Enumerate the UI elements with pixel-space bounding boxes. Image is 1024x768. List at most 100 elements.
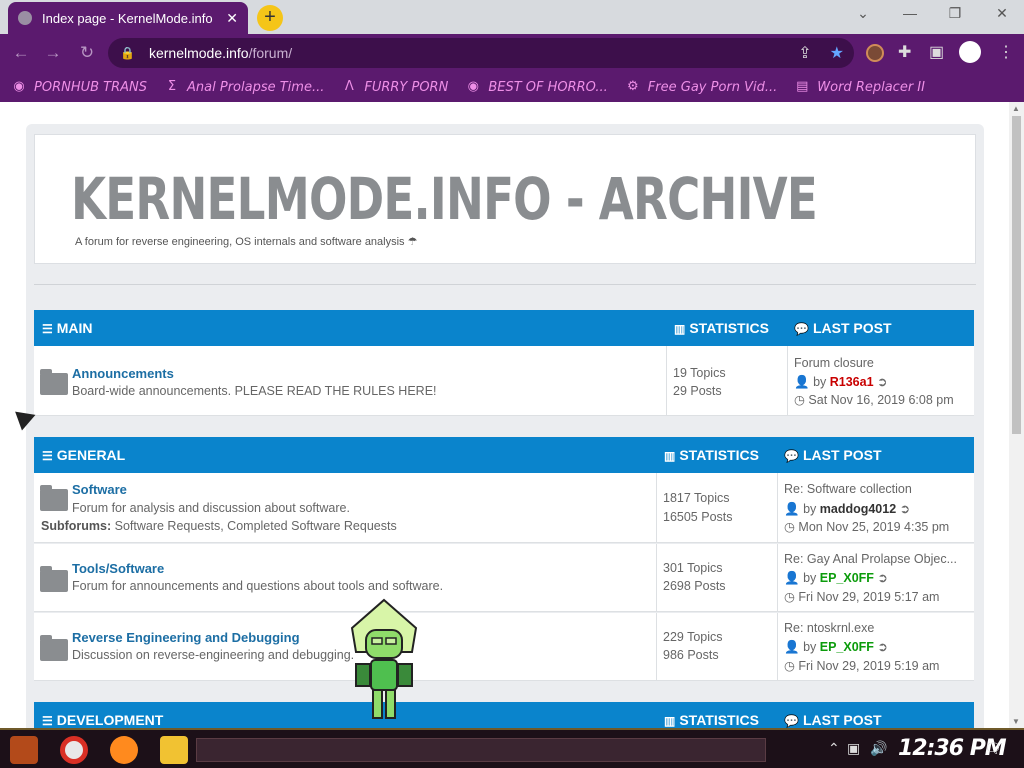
notifications-icon[interactable]: 🗨 [984, 740, 1002, 757]
bookmark-item[interactable]: Σ Anal Prolapse Time... [165, 80, 324, 95]
firefox-icon[interactable] [110, 736, 138, 764]
scroll-up-icon[interactable]: ▲ [1012, 104, 1020, 113]
last-post-title[interactable]: Forum closure [794, 356, 874, 370]
chrome-icon[interactable] [60, 736, 88, 764]
extensions-icon[interactable]: ✚ [898, 42, 911, 62]
clock-icon: ◷ [794, 393, 805, 407]
topics-count: 229 Topics [663, 630, 723, 644]
share-icon[interactable]: ⇪ [798, 43, 811, 63]
bar-chart-icon: ▥ [664, 449, 676, 463]
goto-post-icon[interactable]: ➲ [877, 640, 887, 654]
forum-statistics: 301 Topics 2698 Posts [656, 544, 777, 611]
forum-statistics: 229 Topics 986 Posts [656, 613, 777, 680]
new-tab-button[interactable]: + [257, 5, 283, 31]
address-bar[interactable]: 🔒 kernelmode.info/forum/ ⇪ ★ [108, 38, 854, 68]
desktop-mascot[interactable] [344, 598, 424, 726]
close-icon[interactable]: ✕ [226, 10, 238, 27]
folder-icon [40, 485, 68, 511]
bookmark-item[interactable]: ◉ PORNHUB TRANS [12, 80, 147, 95]
globe-icon: ◉ [467, 79, 479, 94]
category-title[interactable]: MAIN [57, 320, 93, 336]
profile-avatar[interactable] [959, 41, 981, 63]
bookmark-item[interactable]: ▤ Word Replacer II [795, 80, 925, 95]
forum-title[interactable]: Software [72, 482, 127, 497]
sigma-icon: Σ [167, 79, 177, 94]
comments-icon: 💬 [784, 449, 799, 463]
minimize-button[interactable]: — [898, 5, 922, 21]
restore-button[interactable]: ❐ [943, 5, 967, 22]
extension-avatar-icon[interactable] [866, 44, 884, 62]
forum-row: Announcements Board-wide announcements. … [34, 346, 974, 416]
lambda-icon: Λ [344, 79, 354, 94]
goto-post-icon[interactable]: ➲ [877, 571, 887, 585]
last-post-header: LAST POST [812, 320, 892, 336]
scroll-down-icon[interactable]: ▼ [1012, 717, 1020, 726]
statistics-header: STATISTICS [689, 320, 769, 336]
goto-post-icon[interactable]: ➲ [877, 375, 887, 389]
forum-title[interactable]: Tools/Software [72, 561, 164, 576]
user-icon: 👤 [784, 571, 800, 585]
comments-icon: 💬 [784, 714, 799, 728]
user-icon: 👤 [784, 502, 800, 516]
chevron-down-icon[interactable]: ⌄ [851, 5, 875, 22]
subforum-links[interactable]: Software Requests, Completed Software Re… [115, 519, 397, 533]
sidebar-icon[interactable]: ▣ [929, 42, 944, 62]
clock-icon: ◷ [784, 520, 795, 534]
last-post-title[interactable]: Re: Software collection [784, 482, 912, 496]
forum-last-post: Forum closure 👤 by R136a1 ➲ ◷ Sat Nov 16… [787, 346, 974, 415]
bookmark-item[interactable]: ◉ BEST OF HORRO... [466, 79, 608, 95]
globe-icon [18, 11, 32, 25]
bookmark-label: Anal Prolapse Time... [187, 79, 325, 95]
forum-row: Reverse Engineering and Debugging Discus… [34, 613, 974, 681]
forum-last-post: Re: Gay Anal Prolapse Objec... 👤 by EP_X… [777, 544, 974, 611]
statistics-header: STATISTICS [679, 447, 759, 463]
bookmark-item[interactable]: ⚙ Free Gay Porn Vid... [626, 80, 777, 95]
url-path: /forum/ [248, 45, 293, 61]
last-post-title[interactable]: Re: Gay Anal Prolapse Objec... [784, 552, 957, 566]
last-post-user[interactable]: EP_X0FF [820, 571, 874, 585]
volume-icon[interactable]: 🔊 [870, 740, 887, 757]
last-post-user[interactable]: maddog4012 [820, 502, 896, 516]
url-host: kernelmode.info [148, 45, 249, 61]
comments-icon: 💬 [794, 322, 809, 336]
forum-title[interactable]: Announcements [72, 366, 174, 381]
forum-statistics: 19 Topics 29 Posts [666, 346, 787, 415]
last-post-user[interactable]: EP_X0FF [820, 640, 874, 654]
menu-icon[interactable]: ⋮ [998, 42, 1014, 62]
last-post-title[interactable]: Re: ntoskrnl.exe [784, 621, 874, 635]
tab-title: Index page - KernelMode.info [42, 10, 213, 26]
start-icon[interactable] [10, 736, 38, 764]
reload-button[interactable]: ↻ [76, 43, 98, 63]
last-post-user[interactable]: R136a1 [830, 375, 874, 389]
file-explorer-icon[interactable] [160, 736, 188, 764]
clock-icon: ◷ [784, 590, 795, 604]
bookmark-item[interactable]: Λ FURRY PORN [342, 80, 448, 95]
umbrella-icon: ☂ [407, 236, 418, 248]
star-icon[interactable]: ★ [830, 43, 844, 63]
topics-count: 19 Topics [673, 366, 726, 380]
site-title[interactable]: KERNELMODE.INFO - ARCHIVE [71, 165, 818, 233]
subforums: Subforums: Software Requests, Completed … [41, 519, 397, 533]
network-icon[interactable]: ▣ [847, 740, 860, 757]
statistics-header: STATISTICS [679, 712, 759, 728]
close-window-button[interactable]: ✕ [990, 5, 1014, 22]
page-scrollbar[interactable]: ▲ ▼ [1009, 102, 1024, 728]
forward-button[interactable]: → [42, 43, 64, 63]
tab-active[interactable]: Index page - KernelMode.info ✕ [8, 2, 248, 34]
wr-icon: ▤ [796, 79, 809, 94]
scroll-thumb[interactable] [1012, 116, 1021, 434]
category-title[interactable]: DEVELOPMENT [57, 712, 164, 728]
posts-count: 986 Posts [663, 648, 719, 662]
last-post-date: Sat Nov 16, 2019 6:08 pm [808, 393, 954, 407]
back-button[interactable]: ← [10, 43, 32, 63]
forum-row: Tools/Software Forum for announcements a… [34, 544, 974, 612]
bookmarks-bar: ◉ PORNHUB TRANS Σ Anal Prolapse Time... ΛF… [0, 72, 1024, 102]
user-icon: 👤 [794, 375, 810, 389]
goto-post-icon[interactable]: ➲ [900, 502, 910, 516]
forum-title[interactable]: Reverse Engineering and Debugging [72, 630, 300, 645]
chevron-up-icon[interactable]: ⌃ [828, 740, 840, 757]
bookmark-label: PORNHUB TRANS [34, 79, 148, 95]
forum-description: Forum for announcements and questions ab… [72, 579, 444, 593]
category-title[interactable]: GENERAL [57, 447, 125, 463]
bar-chart-icon: ▥ [664, 714, 676, 728]
